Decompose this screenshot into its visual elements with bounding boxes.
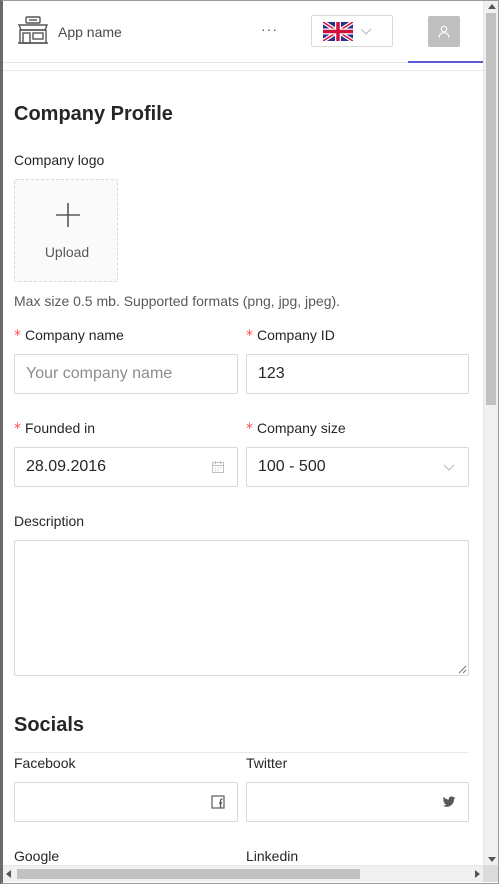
company-size-label: * Company size — [246, 420, 346, 437]
description-label: Description — [14, 513, 85, 529]
vertical-scrollbar[interactable] — [483, 1, 498, 865]
user-menu-tab[interactable] — [408, 1, 483, 63]
upload-label: Upload — [44, 244, 90, 260]
company-size-select[interactable]: 100 - 500 — [246, 447, 469, 487]
scroll-left-arrow-icon[interactable] — [6, 870, 11, 878]
google-label: Google — [14, 848, 60, 864]
scrollbar-corner — [483, 865, 498, 882]
uk-flag-icon — [323, 22, 353, 41]
chevron-down-icon — [443, 464, 455, 471]
company-logo-label: Company logo — [14, 152, 105, 168]
logo-upload-button[interactable]: Upload — [14, 179, 118, 282]
linkedin-label: Linkedin — [246, 848, 299, 864]
app-header: App name ··· — [3, 1, 483, 63]
app-name: App name — [58, 24, 122, 40]
socials-title: Socials — [14, 714, 85, 736]
company-name-input[interactable]: Your company name — [14, 354, 238, 394]
twitter-label: Twitter — [246, 755, 288, 771]
language-select[interactable] — [311, 15, 393, 47]
founded-in-value: 28.09.2016 — [26, 458, 107, 475]
page-title: Company Profile — [14, 103, 173, 125]
more-menu-icon[interactable]: ··· — [261, 21, 278, 37]
horizontal-scrollbar[interactable] — [3, 865, 483, 882]
facebook-input[interactable] — [14, 782, 238, 822]
browser-viewport: App name ··· Company Profile Company log… — [0, 0, 499, 884]
company-name-label: * Company name — [14, 327, 124, 344]
company-id-value: 123 — [258, 365, 285, 382]
header-divider — [3, 70, 483, 71]
company-size-value: 100 - 500 — [258, 458, 326, 475]
logo-hint-text: Max size 0.5 mb. Supported formats (png,… — [14, 293, 341, 309]
horizontal-scroll-thumb[interactable] — [17, 869, 360, 879]
avatar[interactable] — [428, 16, 460, 47]
founded-in-datepicker[interactable]: 28.09.2016 — [14, 447, 238, 487]
company-name-placeholder: Your company name — [26, 365, 173, 382]
calendar-icon[interactable] — [211, 460, 225, 474]
scroll-right-arrow-icon[interactable] — [475, 870, 480, 878]
vertical-scroll-thumb[interactable] — [486, 13, 496, 405]
store-logo-icon[interactable] — [17, 15, 49, 45]
founded-in-label: * Founded in — [14, 420, 96, 437]
description-textarea[interactable] — [14, 540, 469, 676]
chevron-down-icon — [360, 28, 372, 35]
facebook-label: Facebook — [14, 755, 76, 771]
facebook-icon — [211, 795, 225, 809]
company-id-input[interactable]: 123 — [246, 354, 469, 394]
socials-divider — [14, 752, 469, 753]
twitter-input[interactable] — [246, 782, 469, 822]
user-icon — [438, 25, 450, 38]
scroll-up-arrow-icon[interactable] — [488, 4, 496, 9]
scroll-down-arrow-icon[interactable] — [488, 857, 496, 862]
twitter-icon — [442, 796, 456, 807]
plus-icon — [56, 203, 80, 227]
resize-handle-icon[interactable] — [458, 665, 467, 674]
company-id-label: * Company ID — [246, 327, 335, 344]
